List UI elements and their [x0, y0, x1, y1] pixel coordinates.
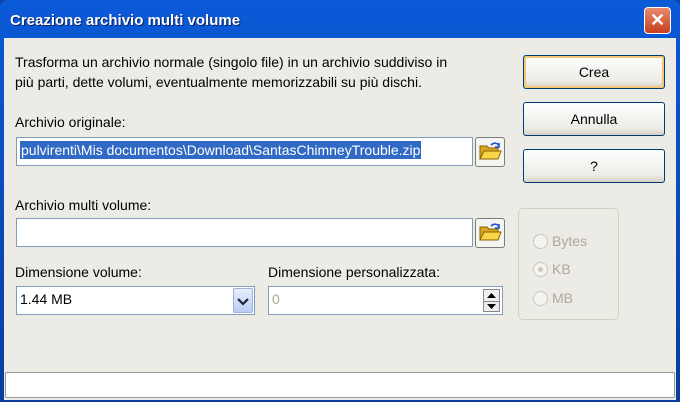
dialog-body: Trasforma un archivio normale (singolo f…	[4, 38, 676, 400]
browse-original-button[interactable]	[475, 137, 505, 167]
radio-label: KB	[552, 261, 571, 277]
description: Trasforma un archivio normale (singolo f…	[15, 52, 447, 92]
radio-mb[interactable]: MB	[533, 290, 573, 306]
cancel-button[interactable]: Annulla	[523, 102, 665, 136]
browse-multi-button[interactable]	[475, 218, 505, 248]
status-bar	[5, 372, 675, 398]
radio-circle	[533, 233, 548, 249]
original-archive-value: pulvirenti\Mis documentos\Download\Santa…	[20, 141, 422, 159]
volume-size-label: Dimensione volume:	[15, 264, 142, 280]
spin-down-icon[interactable]	[484, 301, 499, 311]
volume-size-select[interactable]: 1.44 MB	[16, 286, 255, 315]
radio-label: Bytes	[552, 233, 588, 249]
unit-group: Bytes KB MB	[518, 208, 619, 320]
radio-bytes[interactable]: Bytes	[533, 233, 587, 249]
window-title: Creazione archivio multi volume	[10, 12, 241, 29]
description-line: Trasforma un archivio normale (singolo f…	[15, 54, 448, 70]
folder-open-icon	[478, 222, 502, 245]
custom-size-input[interactable]: 0	[268, 286, 503, 315]
create-button[interactable]: Crea	[523, 55, 665, 89]
close-button[interactable]: ✕	[644, 7, 671, 34]
multi-label: Archivio multi volume:	[15, 197, 152, 213]
multi-archive-input[interactable]	[16, 218, 473, 247]
radio-kb[interactable]: KB	[533, 261, 571, 277]
original-archive-input[interactable]: pulvirenti\Mis documentos\Download\Santa…	[16, 137, 473, 166]
radio-label: MB	[552, 290, 573, 306]
chevron-down-icon	[237, 293, 249, 309]
folder-open-icon	[478, 141, 502, 164]
radio-circle	[533, 261, 548, 277]
volume-size-value: 1.44 MB	[20, 291, 73, 307]
close-icon: ✕	[649, 10, 666, 30]
radio-circle	[533, 290, 548, 306]
description-line: più parti, dette volumi, eventualmente m…	[15, 74, 422, 90]
custom-size-label: Dimensione personalizzata:	[268, 264, 440, 280]
dropdown-button[interactable]	[233, 288, 253, 313]
custom-size-value: 0	[272, 291, 280, 307]
spin-up-icon[interactable]	[484, 290, 499, 301]
help-button[interactable]: ?	[523, 149, 665, 183]
original-label: Archivio originale:	[15, 114, 126, 130]
spinner[interactable]	[483, 289, 500, 312]
dialog-window: Creazione archivio multi volume ✕ Trasfo…	[0, 0, 680, 402]
radio-dot	[538, 266, 543, 272]
